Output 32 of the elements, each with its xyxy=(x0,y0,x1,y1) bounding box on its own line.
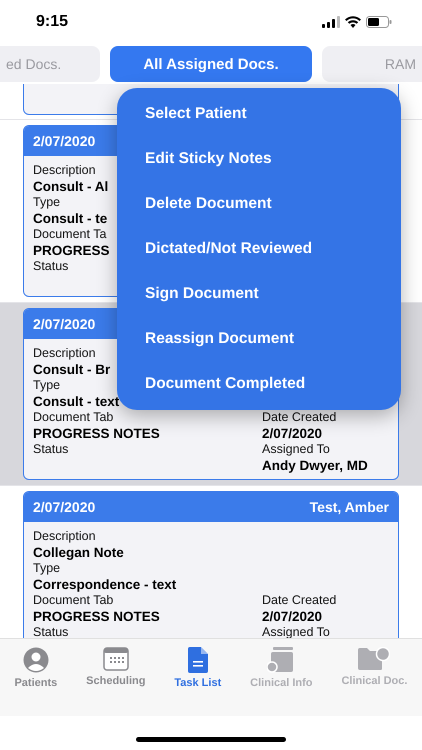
field-label: Date Created xyxy=(262,410,336,425)
field-value: Andy Dwyer, MD xyxy=(262,457,368,474)
field-label: Description xyxy=(33,163,96,178)
field-label: Document Tab xyxy=(33,593,114,608)
field-value: Correspondence - text xyxy=(33,576,176,593)
field-label: Description xyxy=(33,529,96,544)
field-value: 2/07/2020 xyxy=(262,608,322,625)
field-value: PROGRESS NOTES xyxy=(33,425,160,442)
field-value: Consult - Br xyxy=(33,361,110,378)
field-label: Description xyxy=(33,346,96,361)
field-label: Assigned To xyxy=(262,442,330,457)
document-date: 2/07/2020 xyxy=(33,133,96,149)
field-value: Consult - text xyxy=(33,393,120,410)
field-value: PROGRESS NOTES xyxy=(33,608,160,625)
field-label: Type xyxy=(33,378,60,393)
field-label: Status xyxy=(33,259,68,274)
field-label: Status xyxy=(33,442,68,457)
field-label: Status xyxy=(33,625,68,638)
field-value: Consult - te xyxy=(33,210,108,227)
field-value: Collegan Note xyxy=(33,544,124,561)
field-value: Consult - Al xyxy=(33,178,108,195)
field-label: Document Tab xyxy=(33,410,114,425)
field-label: Type xyxy=(33,195,60,210)
patient-name: Test, Amber xyxy=(310,499,389,515)
status-time: 9:15 xyxy=(36,13,68,31)
document-date: 2/07/2020 xyxy=(33,316,96,332)
field-value: 2/07/2020 xyxy=(262,425,322,442)
field-value: PROGRESS xyxy=(33,242,110,259)
field-label: Date Created xyxy=(262,593,336,608)
document-date: 2/07/2020 xyxy=(33,499,96,515)
field-label: Type xyxy=(33,561,60,576)
field-label: Document Ta xyxy=(33,227,106,242)
